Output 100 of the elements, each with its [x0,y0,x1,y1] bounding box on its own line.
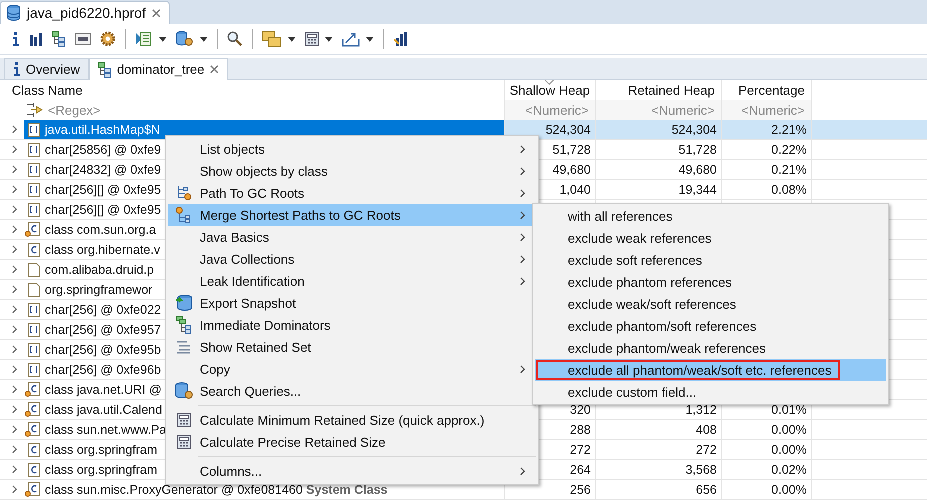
dropdown-arrow-icon[interactable] [366,36,374,42]
class-name: class org.springfram [45,442,158,456]
menu-item[interactable]: exclude all phantom/weak/soft etc. references [535,359,886,381]
shallow-heap-value: 272 [570,442,591,456]
calculator-icon [177,435,191,449]
export-icon[interactable] [342,31,360,47]
array-icon [28,122,40,136]
class-name: char[256] @ 0xfe957 [45,322,162,336]
column-header[interactable]: Class Name [12,82,83,98]
array-icon [28,302,40,316]
menu-item[interactable]: Leak Identification [168,270,536,292]
retained-heap-value: 19,344 [678,182,717,196]
sort-indicator-icon [545,80,554,85]
array-icon [28,142,40,156]
class-icon [28,462,40,476]
array-icon [28,362,40,376]
gear-icon[interactable] [100,31,116,47]
shallow-heap-value: 1,040 [560,182,591,196]
menu-item[interactable]: exclude custom field... [535,381,886,403]
column-header[interactable]: Retained Heap [628,82,715,98]
database-gear-icon[interactable] [176,31,194,47]
menu-item[interactable]: Calculate Minimum Retained Size (quick approx.) [168,409,536,431]
array-icon [28,162,40,176]
menu-item[interactable]: exclude phantom/soft references [535,315,886,337]
editor-tab[interactable]: java_pid6220.hprof [0,1,170,24]
class-icon [25,382,40,397]
menu-item[interactable]: Immediate Dominators [168,314,536,336]
bar-chart-icon[interactable] [393,31,409,47]
class-icon [25,422,40,437]
run-report-icon[interactable] [135,31,153,47]
path-tree-icon [176,207,192,223]
menu-item[interactable]: exclude weak references [535,227,886,249]
retained-heap-value: 272 [696,442,717,456]
menu-item[interactable]: Export Snapshot [168,292,536,314]
retained-heap-value: 524,304 [672,122,717,136]
retained-heap-value: 656 [696,482,717,496]
path-tree-icon [176,185,192,201]
menu-item[interactable]: Java Collections [168,248,536,270]
class-name: class java.net.URI @ [45,382,162,396]
menu-item[interactable]: with all references [535,205,886,227]
info-icon[interactable] [12,32,20,46]
info-icon [13,62,21,76]
class-icon [25,482,40,497]
class-name: char[256] @ 0xfe022 [45,302,162,316]
view-tab[interactable]: dominator_tree [89,58,228,80]
dropdown-arrow-icon[interactable] [288,36,296,42]
menu-item[interactable]: Path To GC Roots [168,182,536,204]
list-icon [176,340,192,354]
filter-field[interactable]: <Regex> [48,102,101,118]
dropdown-arrow-icon[interactable] [325,36,333,42]
dropdown-arrow-icon[interactable] [200,36,208,42]
percentage-value: 0.08% [772,182,807,196]
shallow-heap-value: 288 [570,422,591,436]
menu-item[interactable]: Show Retained Set [168,336,536,358]
class-name: class org.hibernate.v [45,242,160,256]
shallow-heap-value: 320 [570,402,591,416]
class-name: char[25856] @ 0xfe9 [45,142,162,156]
database-icon [7,5,21,21]
menu-item[interactable]: List objects [168,138,536,160]
menu-item[interactable]: Calculate Precise Retained Size [168,431,536,453]
view-tab[interactable]: Overview [4,58,90,79]
menu-item[interactable]: exclude soft references [535,249,886,271]
percentage-value: 0.01% [772,402,807,416]
column-header[interactable]: Shallow Heap [510,82,590,98]
class-name: class sun.net.www.Pa [45,422,167,436]
class-name: class org.springfram [45,462,158,476]
bar-chart-icon[interactable] [29,32,43,46]
class-name: char[24832] @ 0xfe9 [45,162,162,176]
menu-item[interactable]: Columns... [168,460,536,482]
retained-heap-value: 51,728 [678,142,717,156]
tree-icon [98,62,112,78]
array-icon [28,322,40,336]
menu-item[interactable]: exclude phantom references [535,271,886,293]
tree-icon[interactable] [52,31,66,47]
shallow-heap-value: 524,304 [546,122,591,136]
percentage-value: 2.21% [772,122,807,136]
close-icon[interactable] [152,8,162,18]
windows-icon[interactable] [262,31,282,47]
column-header[interactable]: Percentage [738,82,805,98]
menu-item[interactable]: Search Queries... [168,380,536,402]
calculator-icon [177,413,191,427]
class-icon [25,222,40,237]
database-gear-icon [175,382,193,400]
menu-item[interactable]: Copy [168,358,536,380]
class-icon [25,402,40,417]
array-icon [28,342,40,356]
menu-item[interactable]: Show objects by class [168,160,536,182]
menu-item[interactable]: Java Basics [168,226,536,248]
close-icon[interactable] [210,65,219,74]
percentage-value: 0.00% [772,482,807,496]
percentage-value: 0.00% [772,422,807,436]
search-icon[interactable] [227,31,243,47]
class-name: char[256][] @ 0xfe95 [45,182,162,196]
calculator-icon[interactable] [305,32,319,46]
menu-item[interactable]: exclude weak/soft references [535,293,886,315]
dropdown-arrow-icon[interactable] [159,36,167,42]
menu-item[interactable]: exclude phantom/weak references [535,337,886,359]
class-name: char[256] @ 0xfe96b [45,362,162,376]
class-name: char[256][] @ 0xfe95 [45,202,162,216]
percentage-value: 0.00% [772,442,807,456]
